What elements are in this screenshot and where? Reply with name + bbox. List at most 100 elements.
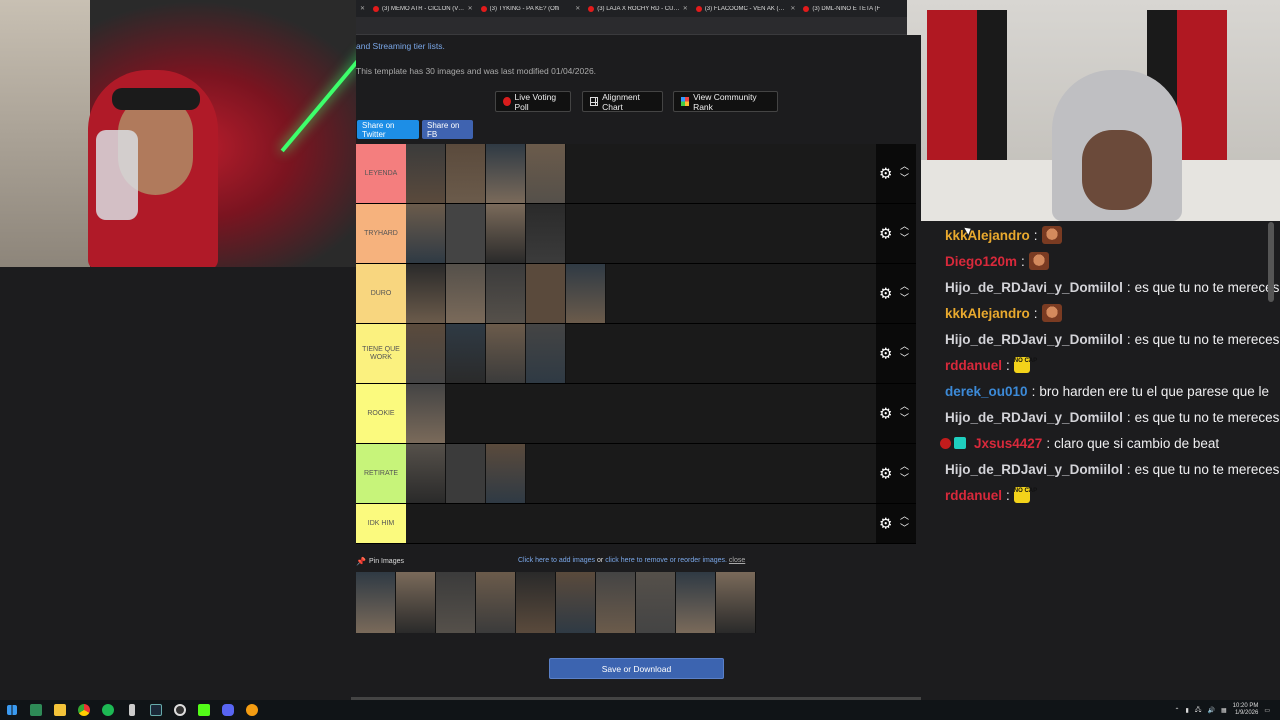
tier-image[interactable] (406, 384, 446, 443)
tier-image[interactable] (486, 444, 526, 503)
chevron-down-icon[interactable]: ﹀ (900, 414, 909, 423)
gear-icon[interactable]: ⚙ (879, 286, 892, 301)
clock[interactable]: 10:20 PM 1/9/2026 (1233, 703, 1259, 717)
windows-start-icon[interactable] (0, 700, 24, 720)
chat-username[interactable]: rddanuel (945, 358, 1002, 373)
network-icon[interactable]: 🖧 (1195, 705, 1202, 715)
obs-icon[interactable] (168, 700, 192, 720)
chevron-down-icon[interactable]: ﹀ (900, 354, 909, 363)
tier-label[interactable]: IDK HIM (356, 504, 406, 543)
pool-image[interactable] (356, 572, 396, 633)
chat-username[interactable]: derek_ou010 (945, 384, 1028, 399)
chat-username[interactable]: rddanuel (945, 488, 1002, 503)
gear-icon[interactable]: ⚙ (879, 516, 892, 531)
battery-icon[interactable]: ▮ (1185, 707, 1188, 714)
close-tab-icon[interactable]: ✕ (468, 5, 473, 12)
alignment-chart-button[interactable]: Alignment Chart (582, 91, 663, 112)
pool-image[interactable] (556, 572, 596, 633)
browser-tab[interactable]: (3) FLACOOMC - VEN AK (VIDE ✕ (692, 5, 800, 12)
tier-image[interactable] (406, 324, 446, 383)
gear-icon[interactable]: ⚙ (879, 466, 892, 481)
tier-label[interactable]: LEYENDA (356, 144, 406, 203)
chevron-down-icon[interactable]: ﹀ (900, 174, 909, 183)
tier-image[interactable] (526, 144, 566, 203)
chevron-up-icon[interactable]: ︿ (900, 282, 909, 291)
tier-image[interactable] (406, 144, 446, 203)
tier-label[interactable]: TIENE QUE WORK (356, 324, 406, 383)
pool-image[interactable] (676, 572, 716, 633)
tier-image[interactable] (566, 264, 606, 323)
tier-image[interactable] (526, 264, 566, 323)
live-voting-poll-button[interactable]: Live Voting Poll (495, 91, 571, 112)
chat-username[interactable]: kkkAlejandro (945, 306, 1030, 321)
gear-icon[interactable]: ⚙ (879, 166, 892, 181)
chat-username[interactable]: Hijo_de_RDJavi_y_Domiilol (945, 280, 1123, 295)
pool-image[interactable] (476, 572, 516, 633)
gear-icon[interactable]: ⚙ (879, 226, 892, 241)
pool-image[interactable] (716, 572, 756, 633)
chevron-up-icon[interactable]: ︿ (900, 402, 909, 411)
stream-app-icon[interactable] (192, 700, 216, 720)
chrome-icon[interactable] (72, 700, 96, 720)
pool-image[interactable] (596, 572, 636, 633)
pool-image[interactable] (516, 572, 556, 633)
tier-image[interactable] (446, 264, 486, 323)
gear-icon[interactable]: ⚙ (879, 346, 892, 361)
close-tab-icon[interactable]: ✕ (790, 5, 795, 12)
browser-tab[interactable]: (3) MEMO ATR - CICLON (Video ✕ (369, 5, 477, 12)
chevron-down-icon[interactable]: ﹀ (900, 234, 909, 243)
chat-scrollbar[interactable] (1268, 222, 1274, 302)
spotify-icon[interactable] (96, 700, 120, 720)
steam-icon[interactable] (144, 700, 168, 720)
chevron-up-icon[interactable]: ⌃ (1174, 707, 1179, 714)
tier-label[interactable]: DURO (356, 264, 406, 323)
discord-icon[interactable] (216, 700, 240, 720)
tier-label[interactable]: ROOKIE (356, 384, 406, 443)
save-download-button[interactable]: Save or Download (549, 658, 724, 679)
tier-image[interactable] (486, 264, 526, 323)
pool-image[interactable] (436, 572, 476, 633)
close-link[interactable]: close (729, 557, 745, 564)
close-tab-icon[interactable]: ✕ (575, 5, 580, 12)
browser-tab[interactable]: (3) DML-NIÑO E TETA (F (799, 5, 907, 12)
chevron-down-icon[interactable]: ﹀ (900, 474, 909, 483)
pen-tool-icon[interactable] (120, 700, 144, 720)
pool-image[interactable] (396, 572, 436, 633)
file-explorer-icon[interactable] (48, 700, 72, 720)
tier-image[interactable] (446, 204, 486, 263)
tier-image[interactable] (406, 264, 446, 323)
tier-image[interactable] (526, 204, 566, 263)
gear-icon[interactable]: ⚙ (879, 406, 892, 421)
chevron-up-icon[interactable]: ︿ (900, 462, 909, 471)
pool-image[interactable] (636, 572, 676, 633)
chevron-up-icon[interactable]: ︿ (900, 512, 909, 521)
streaming-tier-lists-link[interactable]: and Streaming tier lists. (356, 41, 445, 51)
tier-label[interactable]: RETIRATE (356, 444, 406, 503)
pin-images[interactable]: 📌 Pin Images (356, 557, 404, 566)
tier-image[interactable] (406, 204, 446, 263)
share-facebook-button[interactable]: Share on FB (422, 120, 473, 139)
tier-image[interactable] (486, 324, 526, 383)
chevron-up-icon[interactable]: ︿ (900, 342, 909, 351)
reorder-images-link[interactable]: click here to remove or reorder images. (605, 557, 727, 564)
chat-username[interactable]: Hijo_de_RDJavi_y_Domiilol (945, 410, 1123, 425)
chevron-down-icon[interactable]: ﹀ (900, 294, 909, 303)
chevron-up-icon[interactable]: ︿ (900, 222, 909, 231)
community-rank-button[interactable]: View Community Rank (673, 91, 778, 112)
notification-icon[interactable]: ▭ (1264, 707, 1270, 714)
chevron-up-icon[interactable]: ︿ (900, 162, 909, 171)
close-tab-icon[interactable]: ✕ (356, 5, 369, 12)
share-twitter-button[interactable]: Share on Twitter (357, 120, 419, 139)
close-tab-icon[interactable]: ✕ (683, 5, 688, 12)
tier-image[interactable] (446, 144, 486, 203)
desktop-app-icon[interactable] (24, 700, 48, 720)
chat-username[interactable]: Diego120m (945, 254, 1017, 269)
tier-image[interactable] (526, 324, 566, 383)
tier-image[interactable] (406, 444, 446, 503)
chevron-down-icon[interactable]: ﹀ (900, 524, 909, 533)
tier-image[interactable] (446, 444, 486, 503)
volume-icon[interactable]: 🔊 (1207, 707, 1214, 714)
chat-username[interactable]: Hijo_de_RDJavi_y_Domiilol (945, 332, 1123, 347)
chat-username[interactable]: Jxsus4427 (974, 436, 1042, 451)
browser-icon[interactable] (240, 700, 264, 720)
